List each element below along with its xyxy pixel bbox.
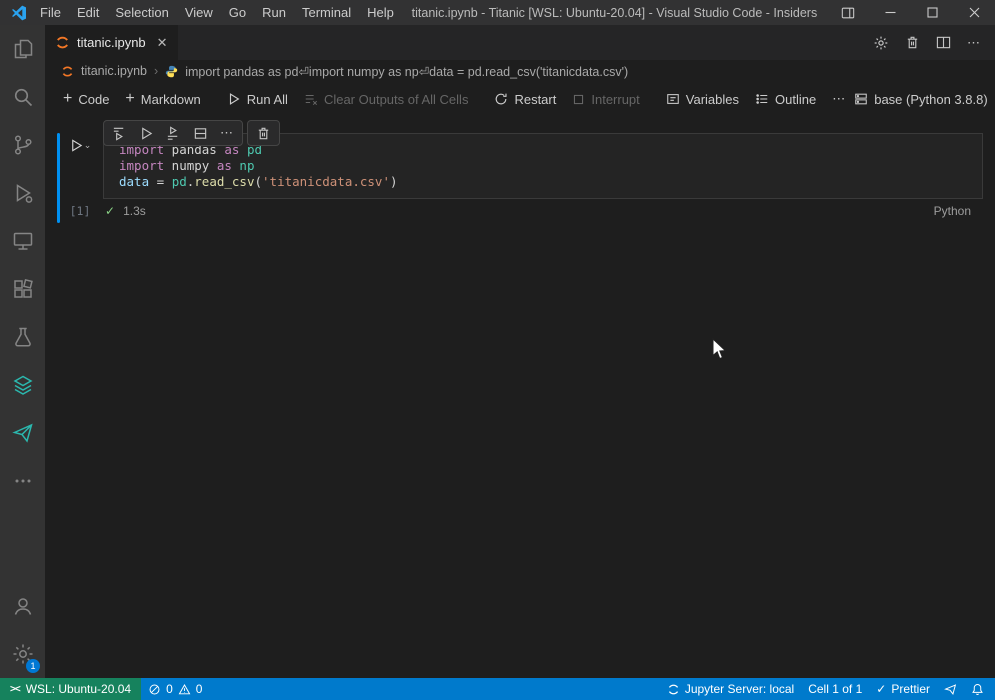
run-all-button[interactable]: Run All — [219, 88, 296, 111]
explorer-icon[interactable] — [0, 25, 45, 73]
menu-go[interactable]: Go — [221, 0, 254, 25]
tab-bar: titanic.ipynb ✕ ⋯ — [45, 25, 995, 60]
editor-area: titanic.ipynb ✕ ⋯ titanic.ipynb › import… — [45, 25, 995, 678]
cell-more-actions-icon[interactable]: ⋯ — [220, 126, 234, 139]
error-icon — [149, 684, 160, 694]
remote-indicator[interactable]: >< WSL: Ubuntu-20.04 — [0, 678, 142, 700]
split-editor-icon[interactable] — [936, 35, 951, 50]
clear-outputs-icon[interactable] — [905, 35, 920, 50]
cell-selection-bar — [57, 133, 60, 223]
window-title: titanic.ipynb - Titanic [WSL: Ubuntu-20.… — [411, 5, 818, 20]
kernel-picker[interactable]: base (Python 3.8.8) — [854, 92, 988, 107]
plus-icon: + — [125, 90, 135, 107]
jupyter-icon — [57, 36, 68, 49]
search-icon[interactable] — [0, 73, 45, 121]
status-bar: >< WSL: Ubuntu-20.04 0 0 Jupyter Server:… — [0, 678, 995, 700]
maximize-button[interactable] — [911, 0, 953, 25]
more-actions-icon[interactable] — [0, 457, 45, 505]
settings-badge: 1 — [26, 659, 40, 673]
tab-label: titanic.ipynb — [77, 35, 146, 50]
remote-explorer-icon[interactable] — [0, 217, 45, 265]
split-cell-icon[interactable] — [193, 126, 208, 141]
testing-beaker-icon[interactable] — [0, 313, 45, 361]
breadcrumb-cell-preview[interactable]: import pandas as pd⏎import numpy as np⏎d… — [185, 64, 628, 79]
tab-close-icon[interactable]: ✕ — [157, 35, 168, 51]
check-icon: ✓ — [876, 682, 887, 696]
run-cell-button[interactable]: ⌄ — [69, 138, 92, 199]
delete-cell-icon[interactable] — [256, 126, 271, 141]
title-bar: File Edit Selection View Go Run Terminal… — [0, 0, 995, 25]
execute-cell-icon[interactable] — [139, 126, 154, 141]
menu-selection[interactable]: Selection — [107, 0, 176, 25]
warning-icon — [178, 683, 191, 694]
tab-titanic-ipynb[interactable]: titanic.ipynb ✕ — [45, 25, 178, 60]
source-control-icon[interactable] — [0, 121, 45, 169]
jupyter-icon — [62, 65, 73, 77]
menu-edit[interactable]: Edit — [69, 0, 107, 25]
notifications-bell-icon[interactable] — [964, 678, 991, 700]
execute-above-icon[interactable] — [112, 126, 127, 141]
menu-terminal[interactable]: Terminal — [294, 0, 359, 25]
feedback-icon[interactable] — [937, 678, 964, 700]
jupyter-server-status[interactable]: Jupyter Server: local — [660, 678, 801, 700]
variables-icon — [667, 94, 679, 104]
plus-icon: + — [63, 90, 73, 107]
variables-button[interactable]: Variables — [658, 88, 747, 111]
stop-icon — [574, 94, 584, 104]
restart-icon — [496, 93, 508, 105]
menu-view[interactable]: View — [177, 0, 221, 25]
notebook-body: ⋯ ⌄ import pandas as pd import numpy as n… — [45, 116, 995, 678]
outline-icon — [756, 94, 768, 104]
problems-indicator[interactable]: 0 0 — [141, 678, 209, 700]
execution-count: [1] — [69, 204, 91, 218]
extensions-icon[interactable] — [0, 265, 45, 313]
remote-icon: >< — [10, 683, 21, 695]
notebook-cell: ⋯ ⌄ import pandas as pd import numpy as n… — [57, 120, 983, 223]
outline-button[interactable]: Outline — [747, 88, 824, 111]
clear-outputs-button[interactable]: Clear Outputs of All Cells — [296, 88, 477, 111]
cell-duration: 1.3s — [123, 204, 146, 218]
minimize-button[interactable] — [869, 0, 911, 25]
add-code-cell-button[interactable]: + Code — [55, 88, 117, 111]
restart-button[interactable]: Restart — [486, 88, 564, 111]
menu-help[interactable]: Help — [359, 0, 402, 25]
python-symbol-icon — [166, 65, 178, 77]
notebook-toolbar: + Code + Markdown Run All Clear Outputs … — [45, 82, 995, 116]
kernel-icon — [855, 93, 867, 105]
layers-icon[interactable] — [0, 361, 45, 409]
vscode-window: File Edit Selection View Go Run Terminal… — [0, 0, 995, 700]
jupyter-server-icon — [668, 684, 678, 694]
play-icon — [71, 139, 82, 152]
cell-toolbar: ⋯ — [103, 120, 280, 146]
execute-below-icon[interactable] — [166, 125, 181, 141]
editor-more-actions-icon[interactable]: ⋯ — [967, 36, 981, 49]
cell-language-picker[interactable]: Python — [934, 204, 983, 218]
success-check-icon: ✓ — [105, 204, 116, 218]
menu-file[interactable]: File — [32, 0, 69, 25]
notebook-settings-gear-icon[interactable] — [873, 35, 889, 51]
formatter-status[interactable]: ✓ Prettier — [869, 678, 937, 700]
chevron-down-icon[interactable]: ⌄ — [84, 140, 92, 151]
menu-run[interactable]: Run — [254, 0, 294, 25]
activity-bar: 1 — [0, 25, 45, 678]
breadcrumb: titanic.ipynb › import pandas as pd⏎impo… — [45, 60, 995, 82]
close-button[interactable] — [953, 0, 995, 25]
play-icon — [229, 93, 240, 105]
cell-status-row: ✓ 1.3s Python — [103, 199, 983, 223]
vscode-logo-icon — [6, 5, 32, 21]
interrupt-button[interactable]: Interrupt — [564, 88, 647, 111]
account-icon[interactable] — [0, 582, 45, 630]
add-markdown-cell-button[interactable]: + Markdown — [117, 88, 208, 111]
toolbar-more-actions-icon[interactable]: ⋯ — [824, 91, 854, 107]
settings-gear-icon[interactable]: 1 — [0, 630, 45, 678]
clear-all-icon — [305, 94, 317, 106]
breadcrumb-file[interactable]: titanic.ipynb — [81, 64, 147, 78]
chevron-right-icon: › — [154, 64, 159, 78]
cell-position-indicator[interactable]: Cell 1 of 1 — [801, 678, 869, 700]
run-debug-icon[interactable] — [0, 169, 45, 217]
cell-gutter: ⌄ — [57, 133, 103, 199]
send-icon[interactable] — [0, 409, 45, 457]
layout-toggle-icon[interactable] — [827, 0, 869, 25]
